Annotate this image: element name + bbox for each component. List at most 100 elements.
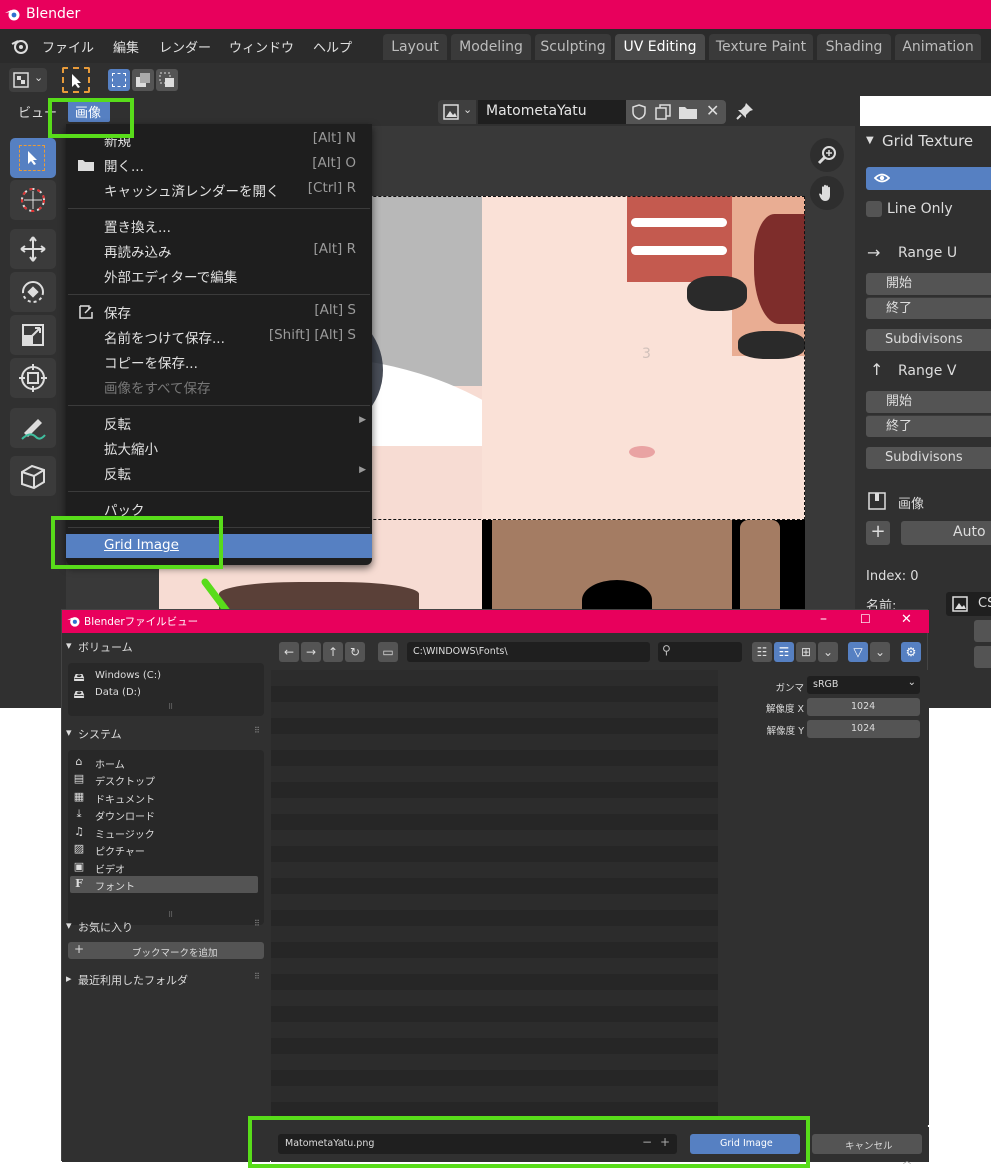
menu-item-edit-externally[interactable]: 外部エディターで編集: [66, 264, 372, 286]
system-item-videos[interactable]: ▣ ビデオ: [68, 859, 264, 876]
tool-transform[interactable]: [10, 358, 56, 398]
select-extend-button[interactable]: [132, 69, 154, 91]
image-browse-button[interactable]: ⌄: [438, 100, 476, 124]
settings-gear-icon[interactable]: ⚙: [901, 642, 921, 662]
resize-grip-icon[interactable]: ⠿: [168, 703, 173, 711]
tool-cursor[interactable]: [10, 180, 56, 220]
menu-window[interactable]: ウィンドウ: [229, 37, 294, 56]
path-field[interactable]: C:\WINDOWS\Fonts\: [407, 642, 650, 662]
tool-select[interactable]: [10, 138, 56, 178]
tab-animation[interactable]: Animation: [895, 34, 981, 60]
duplicate-icon[interactable]: [654, 103, 672, 121]
filter-options-dropdown[interactable]: ⌄: [870, 642, 890, 662]
tab-layout[interactable]: Layout: [383, 34, 447, 60]
menu-render[interactable]: レンダー: [159, 37, 211, 56]
range-u-end-field[interactable]: 終了: [866, 297, 991, 319]
menu-help[interactable]: ヘルプ: [313, 37, 352, 56]
select-new-button[interactable]: [108, 69, 130, 91]
minimize-icon[interactable]: –: [820, 611, 827, 627]
fake-user-shield-icon[interactable]: [630, 103, 648, 121]
resolution-y-field[interactable]: 1024: [807, 720, 920, 738]
folder-icon[interactable]: [678, 103, 698, 121]
editor-type-button[interactable]: ⌄: [9, 68, 47, 92]
tool-move[interactable]: [10, 229, 56, 269]
menu-item-save[interactable]: 保存 [Alt] S: [66, 300, 372, 322]
drag-handle-icon[interactable]: ⠿: [254, 726, 260, 735]
select-subtract-button[interactable]: [156, 69, 178, 91]
visibility-toggle[interactable]: [866, 167, 991, 190]
menu-item-open[interactable]: 開く... [Alt] O: [66, 153, 372, 175]
subdivisions-u-field[interactable]: Subdivisons: [866, 329, 991, 351]
tab-modeling[interactable]: Modeling: [451, 34, 531, 60]
name-field[interactable]: CS: [946, 592, 991, 616]
menu-item-resize[interactable]: 拡大縮小: [66, 436, 372, 458]
tab-sculpting[interactable]: Sculpting: [535, 34, 611, 60]
menu-item-replace[interactable]: 置き換え...: [66, 214, 372, 236]
view-vertical-list-button[interactable]: ☷: [752, 642, 772, 662]
pin-icon[interactable]: [736, 102, 754, 120]
cancel-button[interactable]: キャンセル: [812, 1134, 922, 1154]
search-input[interactable]: ⚲: [658, 642, 742, 662]
zoom-button[interactable]: [810, 138, 844, 172]
tool-scale[interactable]: [10, 315, 56, 355]
menu-edit[interactable]: 編集: [113, 37, 139, 56]
resolution-x-field[interactable]: 1024: [807, 698, 920, 716]
window-close-icon[interactable]: ✕: [901, 612, 912, 627]
system-item-home[interactable]: ⌂ ホーム: [68, 754, 264, 771]
range-u-start-field[interactable]: 開始: [866, 273, 991, 295]
tool-rotate[interactable]: [10, 272, 56, 312]
refresh-button[interactable]: ↻: [345, 642, 365, 662]
view-thumbnails-button[interactable]: ⊞: [796, 642, 816, 662]
back-button[interactable]: ←: [279, 642, 299, 662]
menu-file[interactable]: ファイル: [42, 37, 94, 56]
maximize-icon[interactable]: ☐: [860, 612, 871, 626]
system-item-pictures[interactable]: ▨ ピクチャー: [68, 841, 264, 858]
tab-shading[interactable]: Shading: [817, 34, 891, 60]
forward-button[interactable]: →: [301, 642, 321, 662]
system-expand-icon[interactable]: ▾: [66, 726, 72, 739]
view-options-dropdown[interactable]: ⌄: [818, 642, 838, 662]
resize-grip-icon[interactable]: ⠿: [168, 911, 173, 919]
tab-uv-editing[interactable]: UV Editing: [615, 34, 705, 60]
menu-item-save-copy[interactable]: コピーを保存...: [66, 350, 372, 372]
system-item-desktop[interactable]: ▤ デスクトップ: [68, 771, 264, 788]
close-icon[interactable]: ✕: [706, 101, 719, 120]
drag-handle-icon[interactable]: ⠿: [254, 972, 260, 981]
panel-button-b[interactable]: [974, 646, 991, 668]
tab-texture-paint[interactable]: Texture Paint: [709, 34, 813, 60]
new-folder-button[interactable]: ▭: [378, 642, 398, 662]
blender-menu-icon[interactable]: [11, 38, 29, 54]
select-mode-button[interactable]: [62, 67, 90, 93]
file-list[interactable]: [271, 670, 718, 1125]
menu-item-open-cached-render[interactable]: キャッシュ済レンダーを開く [Ctrl] R: [66, 178, 372, 200]
filter-toggle-button[interactable]: ▽: [848, 642, 868, 662]
menu-item-reload[interactable]: 再読み込み [Alt] R: [66, 239, 372, 261]
parent-dir-button[interactable]: ↑: [323, 642, 343, 662]
add-bookmark-button[interactable]: + ブックマークを追加: [68, 942, 264, 959]
panel-expand-icon[interactable]: ▼: [866, 135, 874, 146]
system-item-fonts[interactable]: F フォント: [70, 876, 258, 893]
add-image-button[interactable]: +: [866, 521, 890, 545]
pan-button[interactable]: [810, 176, 844, 210]
volumes-expand-icon[interactable]: ▾: [66, 639, 72, 652]
gamma-dropdown[interactable]: sRGB ⌄: [807, 676, 920, 694]
image-name-field[interactable]: MatometaYatu: [478, 100, 626, 124]
system-item-music[interactable]: ♫ ミュージック: [68, 824, 264, 841]
drag-handle-icon[interactable]: ⠿: [254, 919, 260, 928]
tool-annotate[interactable]: [10, 408, 56, 448]
menu-item-invert[interactable]: 反転 ▶: [66, 411, 372, 433]
recent-expand-icon[interactable]: ▸: [66, 972, 72, 985]
range-v-start-field[interactable]: 開始: [866, 391, 991, 413]
tool-sample[interactable]: [10, 456, 56, 496]
panel-button-a[interactable]: [974, 620, 991, 642]
favorites-expand-icon[interactable]: ▾: [66, 919, 72, 932]
menu-item-flip[interactable]: 反転 ▶: [66, 461, 372, 483]
menu-item-save-as[interactable]: 名前をつけて保存... [Shift] [Alt] S: [66, 325, 372, 347]
system-item-documents[interactable]: ▦ ドキュメント: [68, 789, 264, 806]
collapse-chevron-icon[interactable]: ︿: [903, 1155, 911, 1166]
view-horizontal-list-button[interactable]: ☶: [774, 642, 794, 662]
range-v-end-field[interactable]: 終了: [866, 415, 991, 437]
line-only-checkbox[interactable]: [866, 201, 882, 217]
system-item-downloads[interactable]: ⤓ ダウンロード: [68, 806, 264, 823]
subdivisions-v-field[interactable]: Subdivisons: [866, 447, 991, 469]
